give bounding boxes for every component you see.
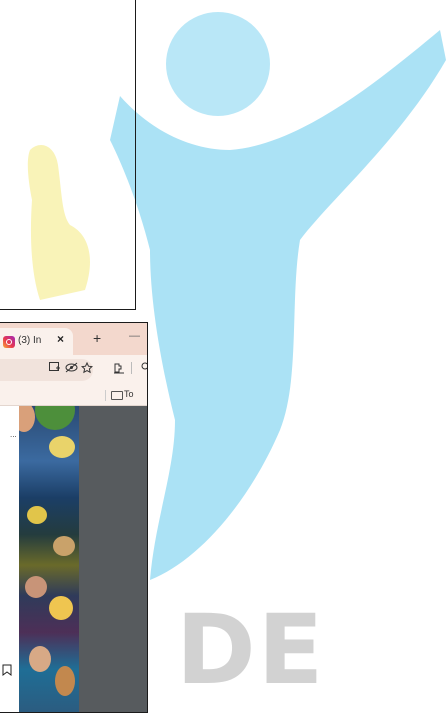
sidebar-icon[interactable] (113, 362, 125, 378)
folder-icon[interactable] (111, 391, 123, 400)
browser-window: (3) In × + — To ... (0, 322, 148, 713)
watermark-body (110, 30, 446, 580)
post-modal: ... (0, 406, 79, 712)
hide-icon[interactable] (65, 362, 78, 377)
new-tab-button[interactable]: + (93, 330, 101, 346)
minimize-button[interactable]: — (129, 330, 140, 342)
post-photo[interactable] (19, 406, 79, 712)
post-header: ... (0, 410, 20, 460)
bookmark-icon[interactable] (2, 664, 12, 679)
tab-bar: (3) In × + — (0, 323, 147, 355)
instagram-page: ... (0, 406, 147, 712)
browser-toolbar (0, 355, 147, 385)
bookmarks-divider (105, 390, 106, 401)
instagram-icon (3, 336, 15, 348)
tab-instagram[interactable]: (3) In × (0, 328, 73, 355)
modal-backdrop[interactable] (79, 406, 147, 712)
address-bar[interactable] (0, 359, 93, 381)
extensions-icon[interactable] (49, 362, 61, 377)
watermark-head (166, 12, 270, 116)
tab-title: (3) In (18, 335, 42, 346)
more-options-button[interactable]: ... (10, 430, 17, 439)
toolbar-divider (131, 362, 132, 374)
watermark-text: DE (176, 594, 326, 706)
tab-close-button[interactable]: × (57, 332, 64, 346)
screenshot-frame-top (0, 0, 136, 310)
profile-icon[interactable] (139, 362, 147, 378)
star-icon[interactable] (80, 361, 94, 378)
bookmark-folder-label[interactable]: To (124, 389, 134, 399)
bookmarks-bar: To (0, 385, 147, 406)
